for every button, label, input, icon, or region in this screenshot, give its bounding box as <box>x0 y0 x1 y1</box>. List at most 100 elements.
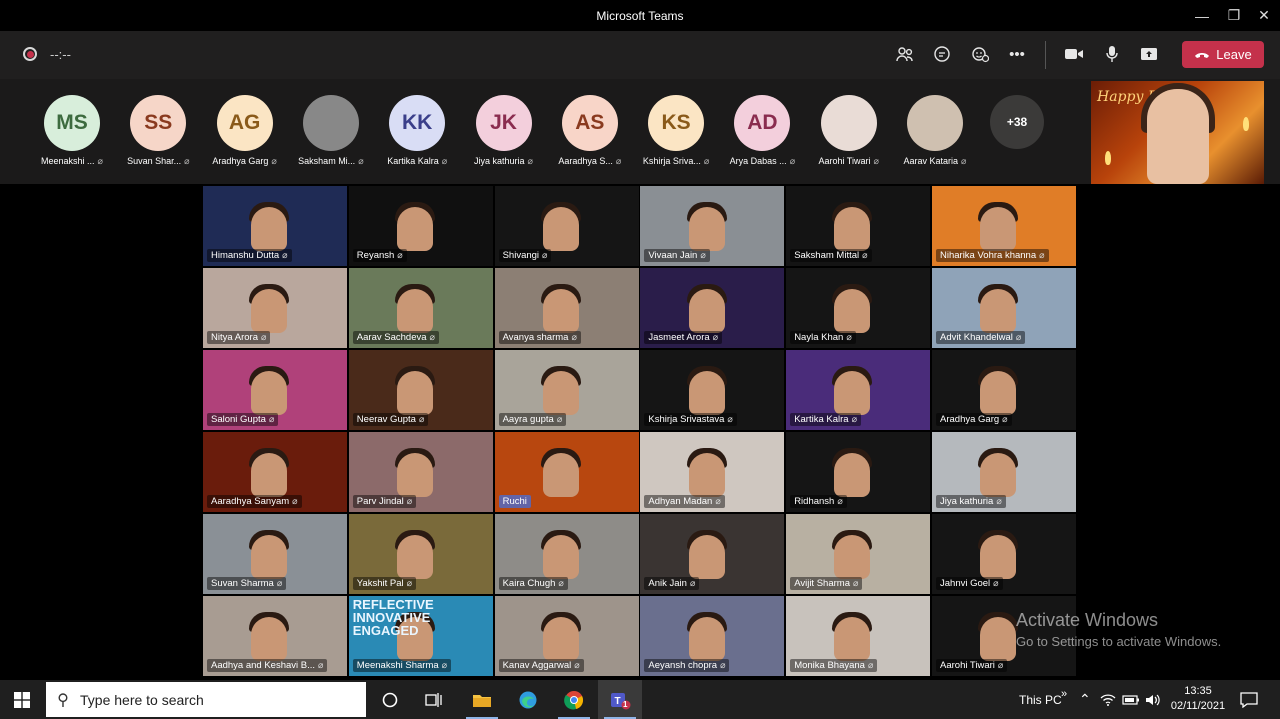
notifications-icon[interactable] <box>1240 680 1258 719</box>
video-tile[interactable]: Adhyan Madan ⌀ <box>640 432 785 512</box>
video-tile[interactable]: Jasmeet Arora ⌀ <box>640 268 785 348</box>
muted-mic-icon: ⌀ <box>837 496 843 506</box>
volume-icon[interactable] <box>1145 680 1161 719</box>
video-tile-name: Niharika Vohra khanna <box>940 250 1037 261</box>
participant-video-figure <box>251 288 288 333</box>
video-tile-label: Nayla Khan ⌀ <box>790 331 856 344</box>
strip-participant[interactable]: Aarohi Tiwari ⌀ <box>805 95 893 175</box>
participant-video-figure <box>397 534 434 579</box>
strip-participant[interactable]: AG Aradhya Garg ⌀ <box>201 95 289 175</box>
video-tile[interactable]: Jiya kathuria ⌀ <box>932 432 1076 512</box>
share-screen-icon[interactable] <box>1134 39 1164 69</box>
muted-mic-icon: ⌀ <box>727 414 733 424</box>
video-tile-label: Aayra gupta ⌀ <box>498 413 567 426</box>
video-tile[interactable]: Shivangi ⌀ <box>494 186 639 266</box>
more-options-icon[interactable]: ••• <box>1002 39 1032 69</box>
show-hidden-icons-icon[interactable]: ⌃ <box>1079 680 1091 719</box>
video-tile[interactable]: Aaradhya Sanyam ⌀ <box>203 432 347 512</box>
video-tile-label: Jiya kathuria ⌀ <box>936 495 1006 508</box>
start-button[interactable] <box>0 680 44 719</box>
video-tile[interactable]: Avanya sharma ⌀ <box>494 268 639 348</box>
participant-video-figure <box>834 616 871 661</box>
video-tile-name: Aarohi Tiwari <box>940 660 995 671</box>
presenter-video[interactable]: Happy Diwali <box>1091 81 1264 184</box>
location-label[interactable]: This PC <box>1019 680 1062 719</box>
participant-name-text: Saksham Mi... <box>298 156 356 166</box>
video-tile[interactable]: Vivaan Jain ⌀ <box>640 186 785 266</box>
video-tile[interactable]: Aayra gupta ⌀ <box>494 350 639 430</box>
video-tile[interactable]: Nayla Khan ⌀ <box>786 268 931 348</box>
video-tile[interactable]: Yakshit Pal ⌀ <box>348 514 493 594</box>
participant-video-figure <box>834 206 871 251</box>
video-tile[interactable]: Ruchi <box>494 432 639 512</box>
taskbar-search-box[interactable]: ⚲ Type here to search <box>46 682 366 717</box>
video-tile[interactable]: Ridhansh ⌀ <box>786 432 931 512</box>
cortana-icon[interactable] <box>368 680 412 719</box>
strip-participant[interactable]: JK Jiya kathuria ⌀ <box>460 95 548 175</box>
video-tile[interactable]: Kanav Aggarwal ⌀ <box>494 596 639 676</box>
video-tile[interactable]: Niharika Vohra khanna ⌀ <box>932 186 1076 266</box>
video-tile[interactable]: Kshirja Srivastava ⌀ <box>640 350 785 430</box>
reactions-icon[interactable] <box>965 39 995 69</box>
strip-participant[interactable]: AS Aaradhya S... ⌀ <box>546 95 634 175</box>
microphone-icon[interactable] <box>1097 39 1127 69</box>
video-tile[interactable]: Suvan Sharma ⌀ <box>203 514 347 594</box>
video-tile[interactable]: Himanshu Dutta ⌀ <box>203 186 347 266</box>
strip-participant[interactable]: Saksham Mi... ⌀ <box>287 95 375 175</box>
muted-mic-icon: ⌀ <box>318 660 324 670</box>
teams-app-icon[interactable]: T 1 <box>598 680 642 719</box>
participants-icon[interactable] <box>890 39 920 69</box>
video-tile[interactable]: Anik Jain ⌀ <box>640 514 785 594</box>
overflow-participants-button[interactable]: +38 <box>990 95 1044 149</box>
wifi-icon[interactable] <box>1100 680 1116 719</box>
strip-participant[interactable]: MS Meenakshi ... ⌀ <box>28 95 116 175</box>
strip-participant[interactable]: KS Kshirja Sriva... ⌀ <box>632 95 720 175</box>
video-tile[interactable]: Avijit Sharma ⌀ <box>786 514 931 594</box>
title-bar: Microsoft Teams — ❐ ✕ <box>0 0 1280 31</box>
close-icon[interactable]: ✕ <box>1248 0 1280 31</box>
video-tile[interactable]: Monika Bhayana ⌀ <box>786 596 931 676</box>
participant-video-figure <box>542 616 579 661</box>
file-explorer-icon[interactable] <box>460 680 504 719</box>
video-tile-name: Aarav Sachdeva <box>356 332 427 343</box>
camera-icon[interactable] <box>1059 39 1089 69</box>
video-tile[interactable]: Aeyansh chopra ⌀ <box>640 596 785 676</box>
participant-name: Aarav Kataria ⌀ <box>891 156 979 167</box>
muted-mic-icon: ⌀ <box>276 578 283 588</box>
taskbar-clock[interactable]: 13:35 02/11/2021 <box>1166 684 1230 714</box>
task-view-icon[interactable] <box>412 680 456 719</box>
video-tile[interactable]: Saksham Mittal ⌀ <box>786 186 931 266</box>
maximize-icon[interactable]: ❐ <box>1218 0 1250 31</box>
video-tile[interactable]: Aarav Sachdeva ⌀ <box>348 268 493 348</box>
video-tile[interactable]: Reyansh ⌀ <box>348 186 493 266</box>
chrome-browser-icon[interactable] <box>552 680 596 719</box>
video-tile[interactable]: Meenakshi Sharma ⌀ REFLECTIVE INNOVATIVE E… <box>348 596 493 676</box>
chat-icon[interactable] <box>927 39 957 69</box>
video-tile-name: Anik Jain <box>648 578 687 589</box>
battery-icon[interactable] <box>1122 680 1140 719</box>
video-tile[interactable]: Aadhya and Keshavi B... ⌀ <box>203 596 347 676</box>
edge-browser-icon[interactable] <box>506 680 550 719</box>
video-tile[interactable]: Aradhya Garg ⌀ <box>932 350 1076 430</box>
toolbar-expand-icon[interactable]: » <box>1061 674 1067 713</box>
participant-video-figure <box>980 452 1017 497</box>
video-tile[interactable]: Parv Jindal ⌀ <box>348 432 493 512</box>
video-tile[interactable]: Saloni Gupta ⌀ <box>203 350 347 430</box>
video-tile-label: Parv Jindal ⌀ <box>352 495 417 508</box>
participant-video-figure <box>397 288 434 333</box>
video-tile[interactable]: Neerav Gupta ⌀ <box>348 350 493 430</box>
video-tile[interactable]: Nitya Arora ⌀ <box>203 268 347 348</box>
participant-name-text: Aarav Kataria <box>903 156 959 166</box>
strip-participant[interactable]: AD Arya Dabas ... ⌀ <box>718 95 806 175</box>
video-tile[interactable]: Kartika Kalra ⌀ <box>786 350 931 430</box>
video-tile[interactable]: Advit Khandelwal ⌀ <box>932 268 1076 348</box>
leave-button[interactable]: Leave <box>1182 41 1264 68</box>
muted-mic-icon: ⌀ <box>867 660 874 670</box>
strip-participant[interactable]: Aarav Kataria ⌀ <box>891 95 979 175</box>
strip-participant[interactable]: KK Kartika Kalra ⌀ <box>373 95 461 175</box>
minimize-icon[interactable]: — <box>1186 0 1218 31</box>
video-tile-label: Jasmeet Arora ⌀ <box>644 331 723 344</box>
video-tile[interactable]: Kaira Chugh ⌀ <box>494 514 639 594</box>
strip-participant[interactable]: SS Suvan Shar... ⌀ <box>114 95 202 175</box>
video-tile[interactable]: Jahnvi Goel ⌀ <box>932 514 1076 594</box>
